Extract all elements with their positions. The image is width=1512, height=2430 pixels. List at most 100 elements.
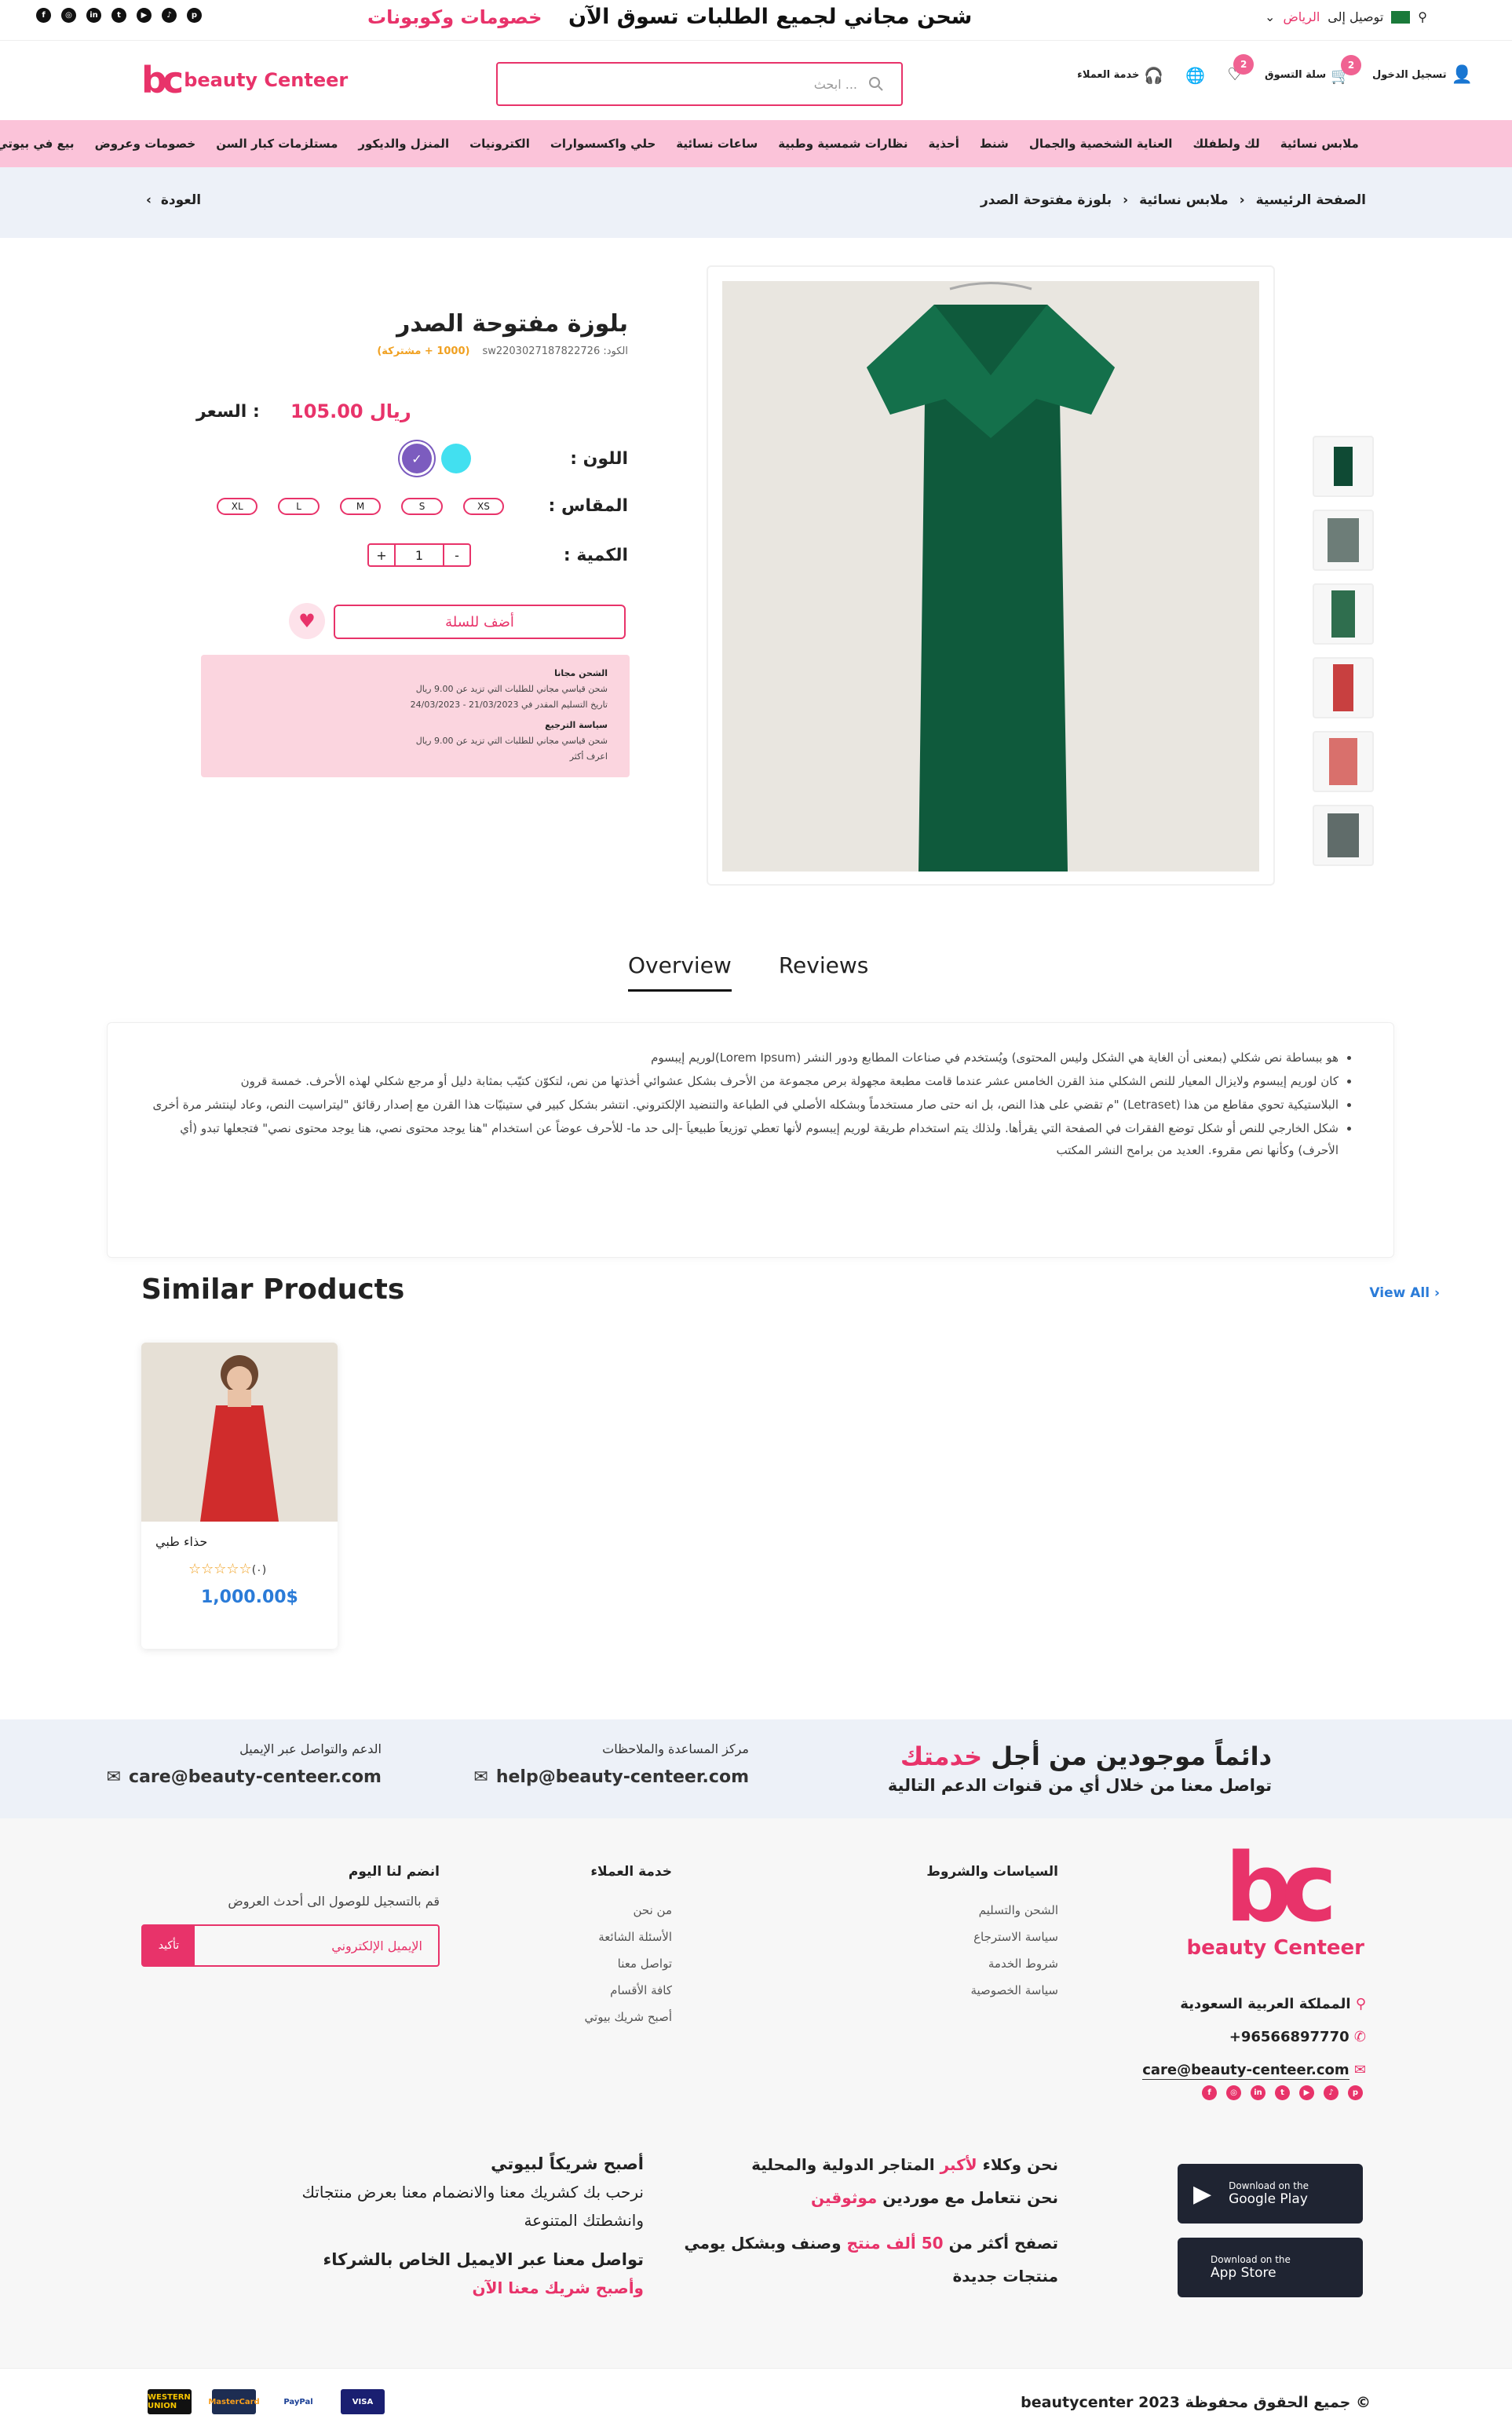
- globe-icon: 🌐: [1185, 65, 1206, 85]
- review-count: (٠): [251, 1564, 267, 1577]
- newsletter: انضم لنا اليوم قم بالتسجيل للوصول الى أح…: [141, 1864, 440, 1967]
- footer-link[interactable]: أصبح شريك بيوتي: [585, 2004, 672, 2030]
- footer-link[interactable]: سياسة الخصوصية: [926, 1977, 1058, 2004]
- mail-icon: ✉: [106, 1767, 122, 1787]
- thumbnail[interactable]: [1313, 583, 1374, 645]
- instagram-icon[interactable]: ◎: [1226, 2085, 1241, 2100]
- partner-contact-link[interactable]: وأصبح شريك معنا الآن: [283, 2274, 645, 2302]
- nav-item[interactable]: لك ولطفلك: [1192, 137, 1259, 151]
- cart-button[interactable]: سلة التسوق 🛒 2: [1265, 54, 1362, 85]
- thumbnail[interactable]: [1313, 805, 1374, 866]
- thumbnail[interactable]: [1313, 657, 1374, 718]
- browse-c: وصنف وبشكل يومي: [684, 2234, 842, 2253]
- nav-item[interactable]: بيع في بيوتي: [0, 137, 75, 151]
- footer-link[interactable]: الشحن والتسليم: [926, 1897, 1058, 1924]
- breadcrumb-bar: الصفحة الرئيسية ‹ ملابس نسائية ‹ بلوزة م…: [0, 167, 1512, 238]
- tab-overview[interactable]: Overview: [628, 952, 732, 992]
- twitter-icon[interactable]: t: [111, 8, 126, 23]
- green-dress-image: [722, 281, 1259, 872]
- language-button[interactable]: 🌐: [1185, 66, 1205, 85]
- footer-link[interactable]: تواصل معنا: [585, 1950, 672, 1977]
- nav-item[interactable]: أحذية: [929, 137, 959, 151]
- youtube-icon[interactable]: ▶: [137, 8, 152, 23]
- product-card[interactable]: حذاء طبي ☆☆☆☆☆(٠) 1,000.00$: [141, 1343, 338, 1649]
- delivery-location[interactable]: ⌄ الرياض توصيل إلى ⚲: [1265, 9, 1427, 24]
- color-swatch-cyan[interactable]: [441, 444, 471, 473]
- footer-link[interactable]: سياسة الاسترجاع: [926, 1924, 1058, 1950]
- learn-more-link[interactable]: اعرف أكثر: [223, 749, 608, 765]
- size-option[interactable]: S: [401, 497, 443, 515]
- nav-item[interactable]: حلي واكسسوارات: [550, 137, 656, 151]
- tiktok-icon[interactable]: ♪: [162, 8, 177, 23]
- nav-item[interactable]: ساعات نسائية: [676, 137, 758, 151]
- breadcrumb-current: بلوزة مفتوحة الصدر: [981, 192, 1112, 208]
- instagram-icon[interactable]: ◎: [61, 8, 76, 23]
- footer-link[interactable]: من نحن: [585, 1897, 673, 1924]
- nav-item[interactable]: نظارات شمسية وطبية: [778, 137, 908, 151]
- footer-link[interactable]: شروط الخدمة: [926, 1950, 1058, 1977]
- customer-service-button[interactable]: خدمة العملاء 🎧: [1077, 66, 1163, 85]
- newsletter-confirm-button[interactable]: تأكيد: [143, 1925, 195, 1966]
- quantity-label: الكمية :: [563, 545, 628, 565]
- thumbnail[interactable]: [1313, 510, 1374, 571]
- footer-phone[interactable]: +96566897770: [1229, 2021, 1349, 2054]
- nav-item[interactable]: الكترونيات: [469, 137, 530, 151]
- logo[interactable]: bc beauty Centeer: [141, 62, 348, 98]
- mail-icon: ✉: [1349, 2062, 1366, 2078]
- care-email[interactable]: care@beauty-centeer.com: [129, 1767, 382, 1787]
- nav-item[interactable]: خصومات وعروض: [95, 137, 196, 151]
- color-swatch-purple-selected[interactable]: ✓: [402, 444, 432, 473]
- nav-item[interactable]: ملابس نسائية: [1280, 137, 1359, 151]
- join-title: انضم لنا اليوم: [348, 1864, 440, 1880]
- partner-title: أصبح شريكاً لبيوتي: [491, 2154, 644, 2173]
- size-option[interactable]: XS: [462, 497, 505, 515]
- view-all-link[interactable]: View All ›: [1369, 1285, 1440, 1301]
- product-main-image[interactable]: [722, 281, 1259, 872]
- app-store-button[interactable]: Download on the App Store: [1178, 2238, 1363, 2297]
- linkedin-icon[interactable]: in: [1251, 2085, 1265, 2100]
- pinterest-icon[interactable]: p: [1348, 2085, 1363, 2100]
- footer-link[interactable]: الأسئلة الشائعة: [585, 1924, 672, 1950]
- wishlist-heart-icon[interactable]: ♥: [289, 603, 325, 639]
- search-icon[interactable]: [868, 76, 884, 92]
- footer-link[interactable]: كافة الأقسام: [585, 1977, 672, 2004]
- youtube-icon[interactable]: ▶: [1299, 2085, 1314, 2100]
- twitter-icon[interactable]: t: [1275, 2085, 1290, 2100]
- thumbnail[interactable]: [1313, 731, 1374, 792]
- nav-item[interactable]: العناية الشخصية والجمال: [1029, 137, 1173, 151]
- breadcrumb-home[interactable]: الصفحة الرئيسية: [1256, 192, 1366, 208]
- breadcrumb-category[interactable]: ملابس نسائية: [1139, 192, 1228, 208]
- quantity-value[interactable]: 1: [394, 545, 444, 565]
- help-email[interactable]: help@beauty-centeer.com: [496, 1767, 749, 1787]
- linkedin-icon[interactable]: in: [86, 8, 101, 23]
- google-play-button[interactable]: ▶ Download on the Google Play: [1178, 2164, 1363, 2224]
- tab-reviews[interactable]: Reviews: [779, 952, 869, 992]
- pinterest-icon[interactable]: p: [187, 8, 202, 23]
- back-link[interactable]: ‹ العودة: [146, 192, 201, 208]
- search-input[interactable]: ابحث ...: [496, 62, 903, 106]
- tiktok-icon[interactable]: ♪: [1324, 2085, 1339, 2100]
- size-option[interactable]: L: [278, 497, 320, 515]
- newsletter-email-input[interactable]: الإيميل الإلكتروني: [195, 1939, 438, 1953]
- wishlist-button[interactable]: 2 ♡: [1227, 54, 1255, 85]
- nav-item[interactable]: مستلزمات كبار السن: [216, 137, 338, 151]
- facebook-icon[interactable]: f: [1202, 2085, 1217, 2100]
- thumbnail[interactable]: [1313, 436, 1374, 497]
- decrease-button[interactable]: -: [444, 545, 469, 565]
- promo-link[interactable]: خصومات وكوبونات: [367, 6, 542, 28]
- product-title: بلوزة مفتوحة الصدر: [396, 310, 628, 338]
- shipping-notice: الشحن مجانا شحن قياسي مجاني للطلبات التي…: [201, 655, 630, 777]
- product-tabs: Overview Reviews: [628, 952, 868, 992]
- size-option[interactable]: XL: [216, 497, 258, 515]
- nav-item[interactable]: المنزل والديكور: [358, 137, 449, 151]
- login-button[interactable]: تسجيل الدخول 👤: [1372, 65, 1473, 85]
- footer-logo[interactable]: bc beauty Centeer: [1187, 1842, 1364, 1960]
- product-card-name: حذاء طبي: [155, 1534, 208, 1549]
- add-to-cart-button[interactable]: أضف للسلة: [334, 605, 626, 639]
- increase-button[interactable]: +: [369, 545, 394, 565]
- size-option[interactable]: M: [339, 497, 382, 515]
- footer-email[interactable]: care@beauty-centeer.com: [1142, 2062, 1349, 2080]
- nav-item[interactable]: شنط: [980, 137, 1009, 151]
- facebook-icon[interactable]: f: [36, 8, 51, 23]
- top-social-links: f ◎ in t ▶ ♪ p: [36, 8, 202, 23]
